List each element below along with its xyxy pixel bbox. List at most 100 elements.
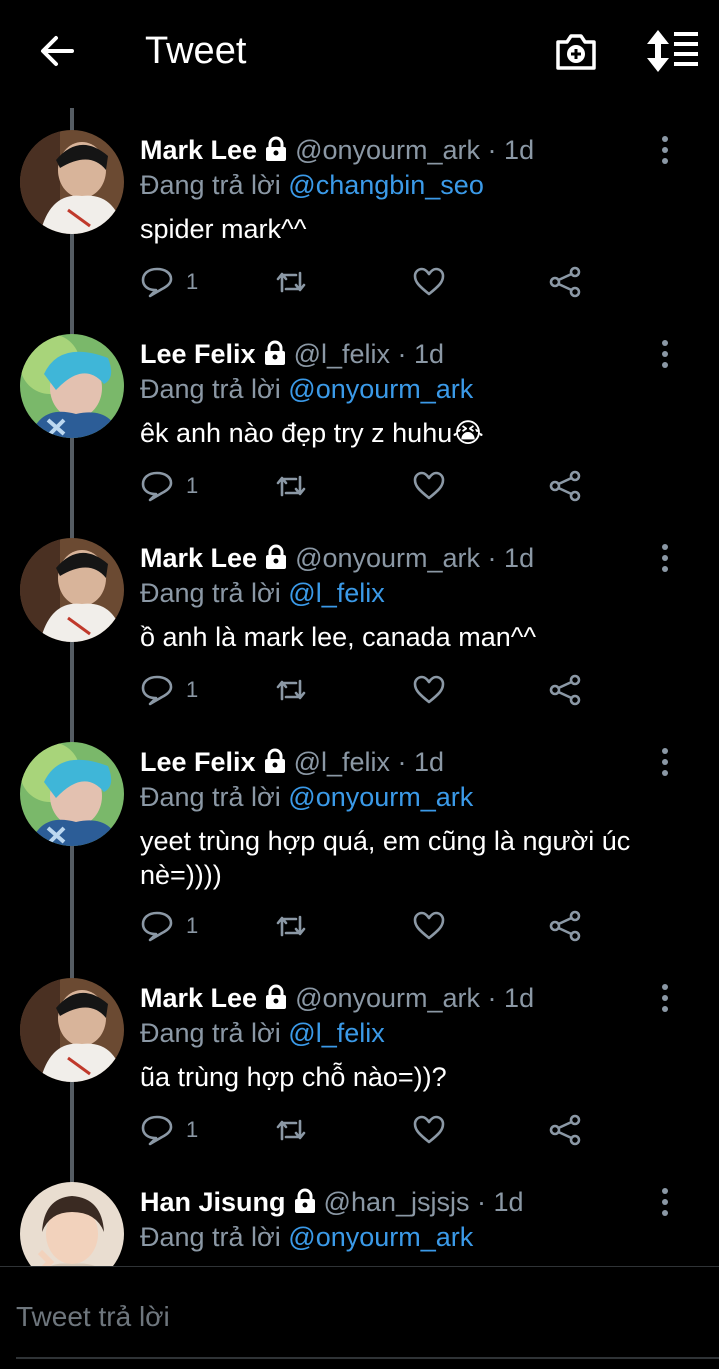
share-button[interactable] <box>548 670 582 710</box>
reply-count: 1 <box>186 1117 199 1142</box>
share-button[interactable] <box>548 906 582 946</box>
separator-dot: · <box>480 983 505 1013</box>
like-icon <box>413 1115 445 1144</box>
tweet-actions: 1 <box>140 466 590 506</box>
reply-icon <box>141 471 173 502</box>
share-icon <box>549 1114 581 1146</box>
author-handle[interactable]: @onyourm_ark <box>295 135 480 165</box>
avatar[interactable] <box>20 742 124 846</box>
like-button[interactable] <box>412 466 446 506</box>
page-title: Tweet <box>145 30 247 72</box>
back-button[interactable] <box>36 30 78 72</box>
share-button[interactable] <box>548 262 582 302</box>
tweet-text: ồ anh là mark lee, canada man^^ <box>140 622 537 652</box>
like-button[interactable] <box>412 262 446 302</box>
sort-button[interactable] <box>644 28 700 74</box>
author-handle[interactable]: @l_felix <box>294 339 390 369</box>
tweet[interactable]: Mark Lee @onyourm_ark · 1d Đang trả lời @… <box>0 108 719 312</box>
back-arrow-icon <box>41 36 74 66</box>
more-options-button[interactable] <box>651 542 679 574</box>
share-button[interactable] <box>548 466 582 506</box>
like-icon <box>413 267 445 296</box>
reply-to-handle[interactable]: @onyourm_ark <box>288 782 473 812</box>
tweet-text: spider mark^^ <box>140 214 307 244</box>
replying-to-label: Đang trả lời <box>140 374 281 404</box>
reply-to-handle[interactable]: @l_felix <box>288 578 384 608</box>
tweet-actions: 1 <box>140 262 590 302</box>
sort-icon <box>647 30 698 72</box>
camera-button[interactable] <box>552 28 600 76</box>
tweet-actions: 1 <box>140 670 590 710</box>
author-name[interactable]: Lee Felix <box>140 747 256 777</box>
timestamp: 1d <box>414 747 445 777</box>
lock-icon <box>264 748 285 773</box>
reply-input[interactable] <box>16 1295 696 1339</box>
more-options-button[interactable] <box>651 982 679 1014</box>
author-name[interactable]: Mark Lee <box>140 983 257 1013</box>
author-handle[interactable]: @onyourm_ark <box>295 543 480 573</box>
reply-feed[interactable]: Mark Lee @onyourm_ark · 1d Đang trả lời @… <box>0 108 719 1266</box>
retweet-button[interactable] <box>274 670 308 710</box>
tweet[interactable]: Han Jisung @han_jsjsjs · 1d Đang trả lời … <box>0 1160 719 1266</box>
separator-dot: · <box>390 339 415 369</box>
tweet[interactable]: Mark Lee @onyourm_ark · 1d Đang trả lời @… <box>0 516 719 720</box>
avatar[interactable] <box>20 978 124 1082</box>
author-handle[interactable]: @l_felix <box>294 747 390 777</box>
retweet-button[interactable] <box>274 906 308 946</box>
lock-icon <box>266 984 287 1009</box>
reply-button[interactable]: 1 <box>140 906 198 946</box>
more-options-button[interactable] <box>651 338 679 370</box>
avatar[interactable] <box>20 334 124 438</box>
reply-count: 1 <box>186 677 199 702</box>
more-options-button[interactable] <box>651 134 679 166</box>
author-handle[interactable]: @onyourm_ark <box>295 983 480 1013</box>
replying-to-label: Đang trả lời <box>140 170 281 200</box>
replying-to-label: Đang trả lời <box>140 1222 281 1252</box>
reply-icon <box>141 911 173 942</box>
reply-to-handle[interactable]: @l_felix <box>288 1018 384 1048</box>
tweet[interactable]: Lee Felix @l_felix · 1d Đang trả lời @ony… <box>0 312 719 516</box>
retweet-icon <box>276 475 306 497</box>
separator-dot: · <box>469 1187 494 1217</box>
share-icon <box>549 470 581 502</box>
avatar[interactable] <box>20 538 124 642</box>
tweet[interactable]: Lee Felix @l_felix · 1d Đang trả lời @ony… <box>0 720 719 956</box>
reply-icon <box>141 675 173 706</box>
reply-button[interactable]: 1 <box>140 262 198 302</box>
share-button[interactable] <box>548 1110 582 1150</box>
reply-count: 1 <box>186 913 199 938</box>
retweet-button[interactable] <box>274 262 308 302</box>
retweet-button[interactable] <box>274 1110 308 1150</box>
tweet[interactable]: Mark Lee @onyourm_ark · 1d Đang trả lời @… <box>0 956 719 1160</box>
reply-to-handle[interactable]: @onyourm_ark <box>288 374 473 404</box>
author-name[interactable]: Mark Lee <box>140 543 257 573</box>
reply-count: 1 <box>186 269 199 294</box>
author-name[interactable]: Han Jisung <box>140 1187 286 1217</box>
author-name[interactable]: Lee Felix <box>140 339 256 369</box>
reply-button[interactable]: 1 <box>140 670 198 710</box>
replying-to-label: Đang trả lời <box>140 1018 281 1048</box>
retweet-button[interactable] <box>274 466 308 506</box>
lock-icon <box>264 340 285 365</box>
author-handle[interactable]: @han_jsjsjs <box>324 1187 470 1217</box>
tweet-actions: 1 <box>140 906 590 946</box>
avatar[interactable] <box>20 1182 124 1266</box>
avatar[interactable] <box>20 130 124 234</box>
separator-dot: · <box>390 747 415 777</box>
reply-button[interactable]: 1 <box>140 466 198 506</box>
reply-to-handle[interactable]: @onyourm_ark <box>288 1222 473 1252</box>
tweet-actions: 1 <box>140 1110 590 1150</box>
more-options-button[interactable] <box>651 746 679 778</box>
like-button[interactable] <box>412 670 446 710</box>
reply-to-handle[interactable]: @changbin_seo <box>288 170 484 200</box>
replying-to-label: Đang trả lời <box>140 578 281 608</box>
like-button[interactable] <box>412 1110 446 1150</box>
author-name[interactable]: Mark Lee <box>140 135 257 165</box>
top-bar: Tweet <box>0 0 719 100</box>
lock-icon <box>266 544 287 569</box>
reply-button[interactable]: 1 <box>140 1110 198 1150</box>
reply-icon <box>141 267 173 298</box>
retweet-icon <box>276 679 306 701</box>
like-button[interactable] <box>412 906 446 946</box>
more-options-button[interactable] <box>651 1186 679 1218</box>
